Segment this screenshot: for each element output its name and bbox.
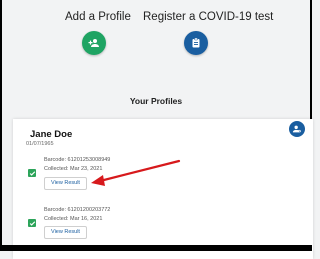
add-profile-label: Add a Profile (65, 11, 131, 23)
profile-settings-button[interactable] (289, 121, 305, 137)
clipboard-icon (190, 37, 202, 49)
view-result-button[interactable]: View Result (44, 177, 87, 190)
check-icon (29, 220, 36, 227)
register-test-button[interactable] (184, 31, 208, 55)
check-icon (29, 170, 36, 177)
profile-name: Jane Doe (30, 129, 73, 140)
test-barcode: Barcode: 61201200203772 (44, 207, 111, 213)
your-profiles-heading: Your Profiles (129, 96, 183, 106)
test-collected-date: Collected: Mar 16, 2021 (44, 216, 103, 222)
person-settings-icon (292, 124, 302, 134)
view-result-button[interactable]: View Result (44, 226, 87, 239)
screenshot-border-bottom (0, 245, 312, 251)
screenshot-border-left (0, 0, 2, 251)
test-collected-date: Collected: Mar 23, 2021 (44, 166, 103, 172)
profile-card: Jane Doe 01/07/1965 Barcode: 61201253008… (13, 119, 313, 259)
register-test-label: Register a COVID-19 test (143, 11, 274, 23)
profile-dob: 01/07/1965 (26, 141, 54, 147)
test-checkbox[interactable] (28, 169, 36, 177)
test-checkbox[interactable] (28, 219, 36, 227)
add-profile-button[interactable] (82, 31, 106, 55)
test-barcode: Barcode: 61201253008949 (44, 157, 111, 163)
add-person-icon (88, 37, 100, 49)
